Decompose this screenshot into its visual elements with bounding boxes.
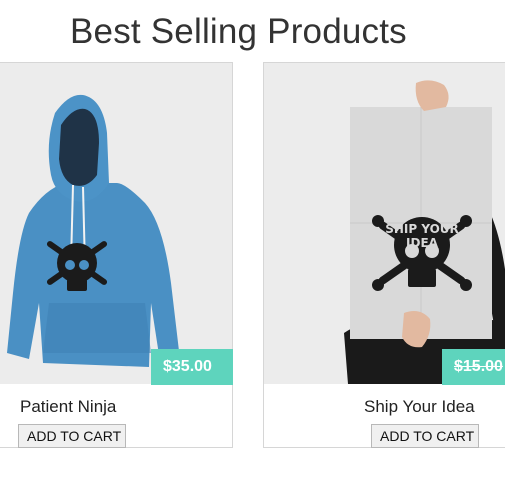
add-to-cart-button[interactable]: ADD TO CART — [371, 424, 479, 448]
product-image-hoodie[interactable] — [0, 63, 232, 384]
price-text: $15.00 — [454, 358, 503, 375]
product-card-patient-ninja: $35.00 Patient Ninja ADD TO CART — [0, 62, 233, 448]
product-card-ship-your-idea: SHIP YOUR IDEA $15.00 Ship Your Idea ADD… — [263, 62, 505, 448]
poster-illustration: SHIP YOUR IDEA — [264, 63, 505, 384]
hoodie-illustration — [0, 63, 232, 384]
product-image-poster[interactable]: SHIP YOUR IDEA — [264, 63, 505, 384]
add-to-cart-button[interactable]: ADD TO CART — [18, 424, 126, 448]
poster-text-line1: SHIP YOUR — [385, 222, 459, 236]
price-badge-sale: $15.00 — [442, 349, 505, 385]
price-text: $35.00 — [163, 358, 212, 375]
section-title: Best Selling Products — [70, 12, 407, 51]
price-badge: $35.00 — [151, 349, 233, 385]
product-name[interactable]: Patient Ninja — [20, 397, 116, 417]
poster-text-line2: IDEA — [406, 236, 439, 250]
product-name[interactable]: Ship Your Idea — [364, 397, 475, 417]
